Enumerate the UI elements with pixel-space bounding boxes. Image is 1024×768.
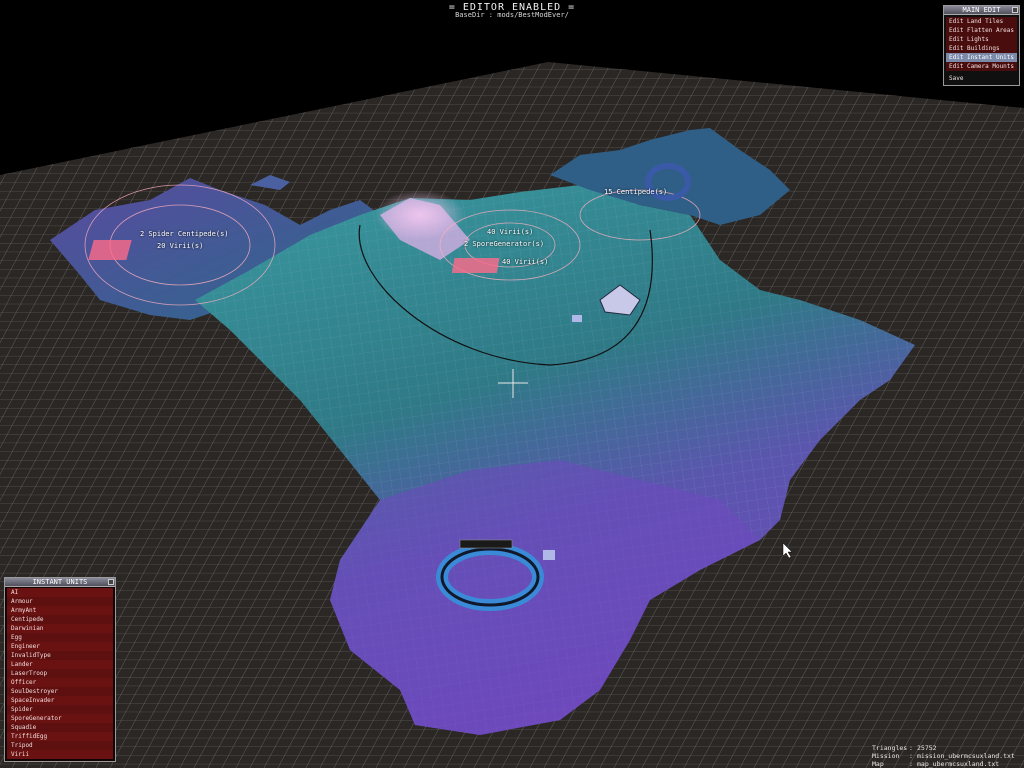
unit-label-right-centipede: 15 Centipede(s) [604, 188, 668, 196]
unit-type-item[interactable]: Armour [7, 597, 113, 606]
small-unit-1[interactable] [572, 315, 582, 322]
unit-type-item[interactable]: Squadie [7, 723, 113, 732]
unit-label-left-centipede: 2 Spider Centipede(s) [140, 230, 229, 238]
unit-type-item[interactable]: ArmyAnt [7, 606, 113, 615]
unit-type-list: AI Armour ArmyAnt Centipede Darwinian Egg Engi… [7, 588, 113, 759]
main-edit-panel: MAIN EDIT Edit Land Tiles Edit Flatten A… [943, 5, 1020, 86]
unit-type-item[interactable]: Officer [7, 678, 113, 687]
menu-edit-lights[interactable]: Edit Lights [946, 35, 1017, 44]
unit-type-item[interactable]: AI [7, 588, 113, 597]
stat-triangles-label: Triangles [872, 744, 908, 752]
unit-type-item[interactable]: Centipede [7, 615, 113, 624]
unit-type-item[interactable]: SporeGenerator [7, 714, 113, 723]
unit-type-item[interactable]: SpaceInvader [7, 696, 113, 705]
menu-edit-land-tiles[interactable]: Edit Land Tiles [946, 17, 1017, 26]
unit-type-item[interactable]: Virii [7, 750, 113, 759]
unit-type-item[interactable]: SoulDestroyer [7, 687, 113, 696]
menu-edit-instant-units[interactable]: Edit Instant Units [946, 53, 1017, 62]
editor-base-dir: BaseDir : mods/BestModEver/ [455, 11, 569, 19]
unit-type-item[interactable]: Lander [7, 660, 113, 669]
instant-units-panel: INSTANT UNITS AI Armour ArmyAnt Centipede Da… [4, 577, 116, 762]
unit-type-item[interactable]: Spider [7, 705, 113, 714]
unit-type-item[interactable]: TriffidEgg [7, 732, 113, 741]
instant-units-title: INSTANT UNITS [5, 578, 115, 587]
stat-triangles-value: 25752 [917, 744, 937, 752]
unit-type-item[interactable]: Tripod [7, 741, 113, 750]
unit-type-item[interactable]: Engineer [7, 642, 113, 651]
unit-label-left-virii: 20 Virii(s) [157, 242, 204, 250]
menu-save-button[interactable]: Save [946, 74, 1017, 83]
unit-type-item[interactable]: Egg [7, 633, 113, 642]
main-edit-title: MAIN EDIT [944, 6, 1019, 15]
menu-edit-flatten-areas[interactable]: Edit Flatten Areas [946, 26, 1017, 35]
stat-map-label: Map [872, 760, 884, 768]
stat-mission-value: mission_ubermcsuxland.txt [917, 752, 1015, 760]
unit-label-center-virii-bottom: 40 Virii(s) [502, 258, 549, 266]
unit-label-center-virii-top: 40 Virii(s) [487, 228, 534, 236]
menu-edit-buildings[interactable]: Edit Buildings [946, 44, 1017, 53]
unit-type-item[interactable]: Darwinian [7, 624, 113, 633]
left-spawn-pad [88, 240, 132, 260]
stat-map-value: map_ubermcsuxland.txt [917, 760, 1000, 768]
unit-label-center-spore: 2 SporeGenerator(s) [464, 240, 545, 248]
menu-edit-camera-mounts[interactable]: Edit Camera Mounts [946, 62, 1017, 71]
center-spawn-pad [451, 258, 500, 273]
stats-readout: Triangles:25752 Mission: mission_ubermcsu… [872, 744, 1015, 768]
unit-type-item[interactable]: LaserTroop [7, 669, 113, 678]
instant-units-close-icon[interactable] [108, 579, 114, 585]
main-edit-close-icon[interactable] [1012, 7, 1018, 13]
unit-type-item[interactable]: InvalidType [7, 651, 113, 660]
small-unit-2[interactable] [543, 550, 555, 560]
terrain-viewport[interactable] [0, 0, 1024, 768]
stat-mission-label: Mission [872, 752, 900, 760]
terrain-peak-glow [375, 190, 465, 240]
